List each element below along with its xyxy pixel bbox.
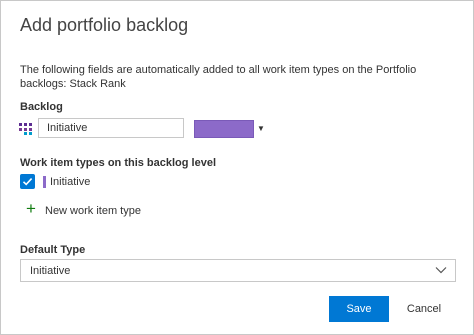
checkmark-icon <box>22 178 33 186</box>
dialog-title: Add portfolio backlog <box>20 15 189 35</box>
chevron-down-icon <box>435 267 447 274</box>
default-type-label: Default Type <box>20 244 86 256</box>
save-button[interactable]: Save <box>329 296 389 322</box>
dialog-description: The following fields are automatically a… <box>20 64 417 90</box>
backlog-label: Backlog <box>20 101 63 113</box>
backlog-name-input[interactable]: Initiative <box>38 118 184 138</box>
new-work-item-type-button[interactable]: + New work item type <box>26 199 226 218</box>
cancel-button[interactable]: Cancel <box>394 296 454 322</box>
work-item-types-label: Work item types on this backlog level <box>20 157 217 169</box>
default-type-select[interactable]: Initiative <box>20 259 456 282</box>
work-item-type-label: Initiative <box>50 176 91 188</box>
add-portfolio-backlog-dialog: Add portfolio backlog The following fiel… <box>0 0 474 335</box>
new-work-item-type-label: New work item type <box>45 205 141 217</box>
work-item-type-checkbox[interactable] <box>20 174 35 189</box>
backlog-color-picker[interactable]: ▼ <box>194 120 266 139</box>
plus-icon: + <box>26 199 36 218</box>
color-swatch[interactable] <box>194 120 254 138</box>
work-item-type-row: Initiative <box>20 174 220 190</box>
work-item-type-color-bar <box>43 176 46 188</box>
caret-down-icon[interactable]: ▼ <box>257 124 265 133</box>
backlog-levels-icon <box>19 123 32 135</box>
default-type-value: Initiative <box>30 265 71 277</box>
